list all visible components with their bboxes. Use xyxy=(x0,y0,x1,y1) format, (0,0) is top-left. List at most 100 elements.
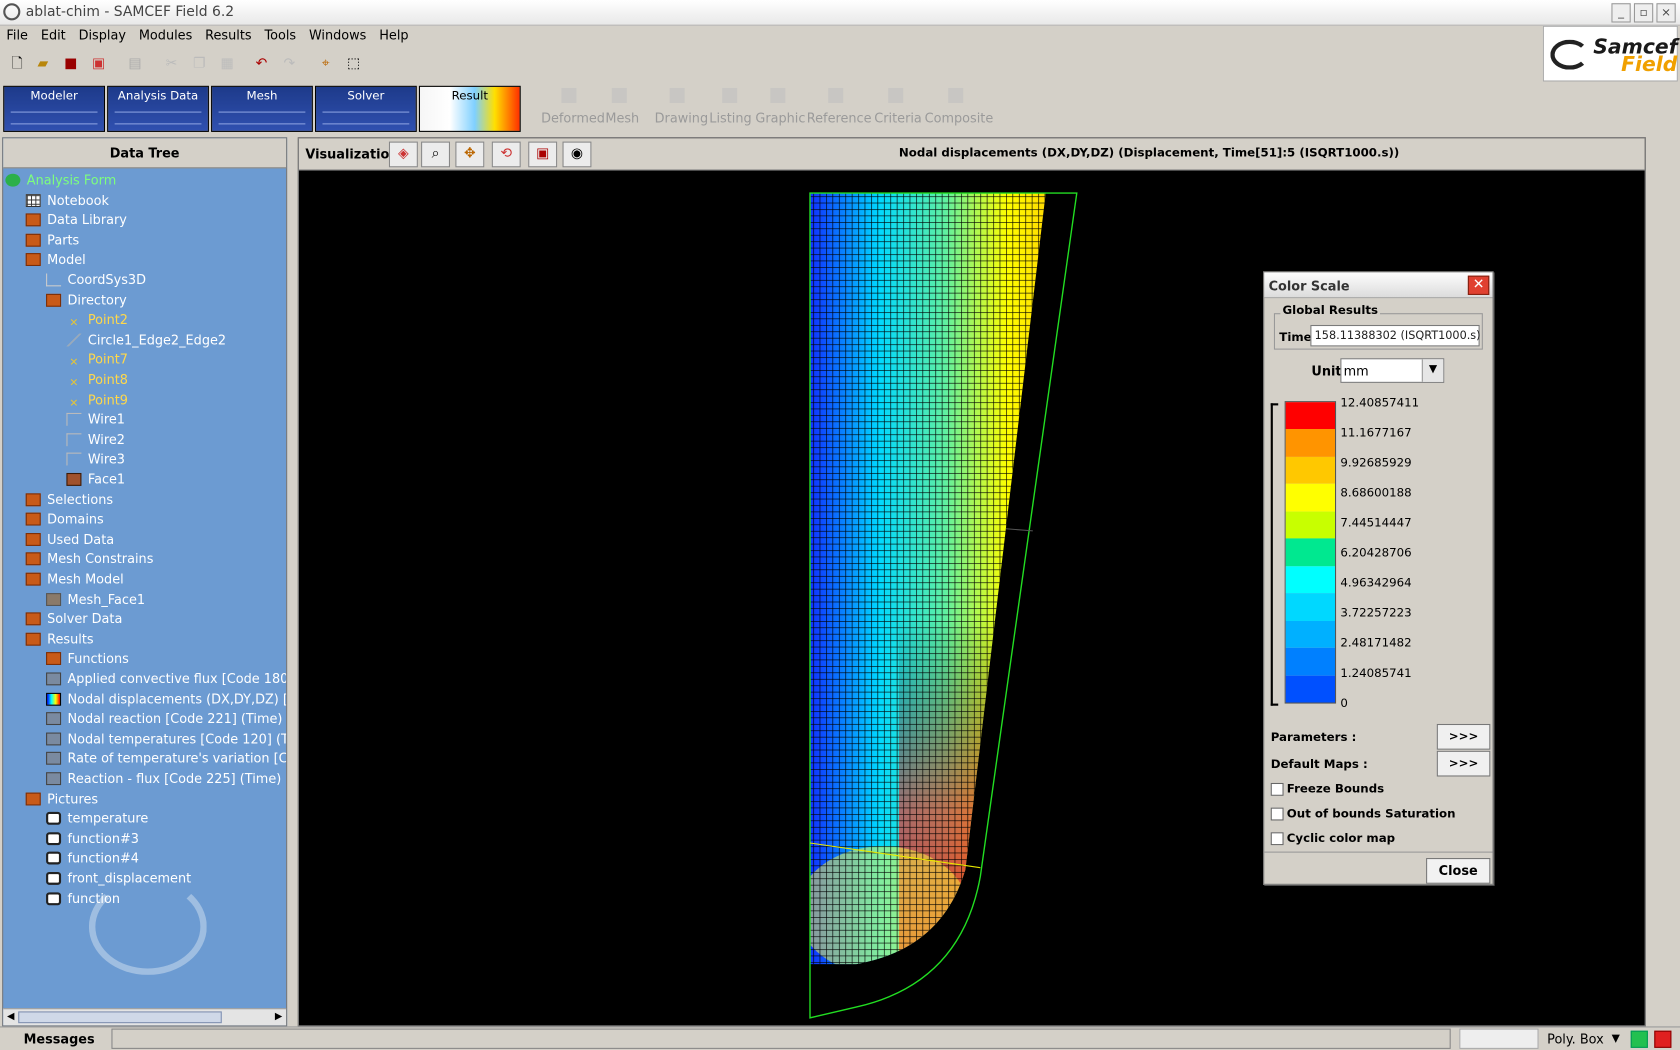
color-scale-value: 6.20428706 xyxy=(1340,545,1412,560)
menu-file[interactable]: File xyxy=(0,26,34,43)
close-button[interactable]: Close xyxy=(1426,858,1491,884)
tree-node[interactable]: Applied convective flux [Code 1802] (Tim… xyxy=(46,669,286,688)
tree-node[interactable]: Analysis Form xyxy=(5,171,116,190)
chevron-down-icon[interactable]: ▼ xyxy=(1421,359,1444,382)
close-window-button[interactable]: × xyxy=(1656,3,1676,23)
saturation-checkbox[interactable] xyxy=(1270,807,1284,821)
tool-reference[interactable]: Reference xyxy=(807,110,872,125)
tree-node[interactable]: ✕ Point9 xyxy=(66,390,128,409)
snapshot-icon[interactable]: ◉ xyxy=(562,141,592,168)
result-icon xyxy=(46,712,62,726)
tree-node[interactable]: Mesh Constrains xyxy=(25,550,153,569)
scroll-right-icon[interactable]: ▶ xyxy=(273,1011,284,1023)
export-icon[interactable]: ▣ xyxy=(88,54,109,75)
tree-node[interactable]: Reaction - flux [Code 225] (Time) xyxy=(46,769,281,788)
tree-node[interactable]: Nodal reaction [Code 221] (Time) xyxy=(46,709,282,728)
maximize-button[interactable]: ▫ xyxy=(1633,3,1654,23)
tree-node[interactable]: Model xyxy=(25,250,86,269)
tree-node[interactable]: function#3 xyxy=(46,829,139,848)
tree-node[interactable]: Pictures xyxy=(25,789,98,808)
tree-node[interactable]: Nodal temperatures [Code 120] (Time) xyxy=(46,729,286,748)
scroll-left-icon[interactable]: ◀ xyxy=(5,1011,16,1023)
tool-deformed[interactable]: Deformed xyxy=(541,110,605,125)
status-field xyxy=(1459,1028,1539,1049)
tree-node[interactable]: Parts xyxy=(25,230,79,249)
menu-tools[interactable]: Tools xyxy=(258,26,303,43)
module-modeler[interactable]: Modeler xyxy=(3,85,106,132)
copy-icon[interactable]: ❐ xyxy=(189,54,210,75)
tree-node-label: Nodal displacements (DX,DY,DZ) [Code xyxy=(67,691,287,707)
tool-drawing[interactable]: Drawing xyxy=(655,110,708,125)
menu-edit[interactable]: Edit xyxy=(34,26,72,43)
module-mesh[interactable]: Mesh xyxy=(211,85,313,132)
paint-icon[interactable]: ◈ xyxy=(388,141,418,168)
tree-node[interactable]: temperature xyxy=(46,809,148,828)
pan-icon[interactable]: ✥ xyxy=(455,141,485,168)
freeze-bounds-checkbox[interactable] xyxy=(1270,782,1284,796)
menu-results[interactable]: Results xyxy=(199,26,258,43)
undo-icon[interactable]: ↶ xyxy=(251,54,272,75)
open-folder-icon[interactable]: ▰ xyxy=(32,54,53,75)
menu-modules[interactable]: Modules xyxy=(132,26,198,43)
tree-node[interactable]: Mesh Model xyxy=(25,570,124,589)
tree-node[interactable]: Data Library xyxy=(25,210,127,229)
tree-node[interactable]: CoordSys3D xyxy=(46,270,146,289)
tree-node[interactable]: ✕ Point7 xyxy=(66,350,128,369)
tree-node[interactable]: Domains xyxy=(25,510,104,529)
panel-splitter[interactable] xyxy=(289,137,296,1027)
select-icon[interactable]: ⬚ xyxy=(343,54,364,75)
zoom-icon[interactable]: ⌕ xyxy=(421,141,451,168)
redo-icon[interactable]: ↷ xyxy=(279,54,300,75)
time-field[interactable]: 158.11388302 (ISQRT1000.s) xyxy=(1310,324,1481,347)
default-maps-button[interactable]: >>> xyxy=(1436,750,1491,777)
tree-node[interactable]: Nodal displacements (DX,DY,DZ) [Code xyxy=(46,689,286,708)
messages-label[interactable]: Messages xyxy=(24,1032,95,1047)
color-scale-titlebar: Color Scale ✕ xyxy=(1264,272,1493,299)
new-file-icon[interactable]: 🗋 xyxy=(6,54,27,75)
tool-criteria[interactable]: Criteria xyxy=(874,110,922,125)
tree-node[interactable]: Wire2 xyxy=(66,430,125,449)
close-icon[interactable]: ✕ xyxy=(1467,275,1490,295)
tree-node[interactable]: Solver Data xyxy=(25,609,122,628)
tree-node[interactable]: Results xyxy=(25,629,94,648)
tree-node[interactable]: Selections xyxy=(25,490,113,509)
cyclic-color-map-checkbox[interactable] xyxy=(1270,832,1284,846)
tree-node[interactable]: Wire3 xyxy=(66,450,125,469)
tree-node[interactable]: ✕ Point8 xyxy=(66,370,128,389)
tree-node[interactable]: Rate of temperature's variation [Code 12 xyxy=(46,749,286,768)
tree-node[interactable]: Mesh_Face1 xyxy=(46,589,145,608)
parameters-button[interactable]: >>> xyxy=(1436,723,1491,750)
rotate-icon[interactable]: ⟲ xyxy=(491,141,521,168)
tool-listing[interactable]: Listing xyxy=(709,110,751,125)
cut-icon[interactable]: ✂ xyxy=(161,54,182,75)
view-cube-icon[interactable]: ▣ xyxy=(528,141,558,168)
minimize-button[interactable]: _ xyxy=(1611,3,1631,23)
tree-node[interactable]: Used Data xyxy=(25,530,114,549)
tree-node[interactable]: Face1 xyxy=(66,470,125,489)
tree-node[interactable]: Directory xyxy=(46,290,127,309)
tree-node[interactable]: Notebook xyxy=(25,190,109,209)
tool-graphic[interactable]: Graphic xyxy=(755,110,805,125)
scrollbar-thumb[interactable] xyxy=(18,1011,222,1024)
module-analysis-data[interactable]: Analysis Data xyxy=(107,85,209,132)
module-result[interactable]: Result xyxy=(418,85,521,132)
unit-select[interactable]: mm ▼ xyxy=(1340,358,1445,383)
tool-composite[interactable]: Composite xyxy=(925,110,994,125)
tree-horizontal-scrollbar[interactable]: ◀ ▶ xyxy=(3,1008,287,1026)
print-icon[interactable]: ▤ xyxy=(124,54,145,75)
tree-node[interactable]: function#4 xyxy=(46,849,139,868)
tree-node[interactable]: Functions xyxy=(46,649,129,668)
chevron-down-icon[interactable]: ▼ xyxy=(1606,1029,1625,1049)
selection-mode[interactable]: Poly. Box xyxy=(1547,1032,1604,1047)
pick-icon[interactable]: ⌖ xyxy=(315,54,336,75)
paste-icon[interactable]: ▦ xyxy=(216,54,237,75)
module-solver[interactable]: Solver xyxy=(315,85,417,132)
tree-node[interactable]: ✕ Point2 xyxy=(66,310,128,329)
tree-node[interactable]: Circle1_Edge2_Edge2 xyxy=(66,330,226,349)
menu-windows[interactable]: Windows xyxy=(303,26,373,43)
tree-node[interactable]: Wire1 xyxy=(66,410,125,429)
save-icon[interactable]: ■ xyxy=(60,54,81,75)
menu-display[interactable]: Display xyxy=(72,26,132,43)
menu-help[interactable]: Help xyxy=(373,26,415,43)
tool-mesh[interactable]: Mesh xyxy=(605,110,639,125)
